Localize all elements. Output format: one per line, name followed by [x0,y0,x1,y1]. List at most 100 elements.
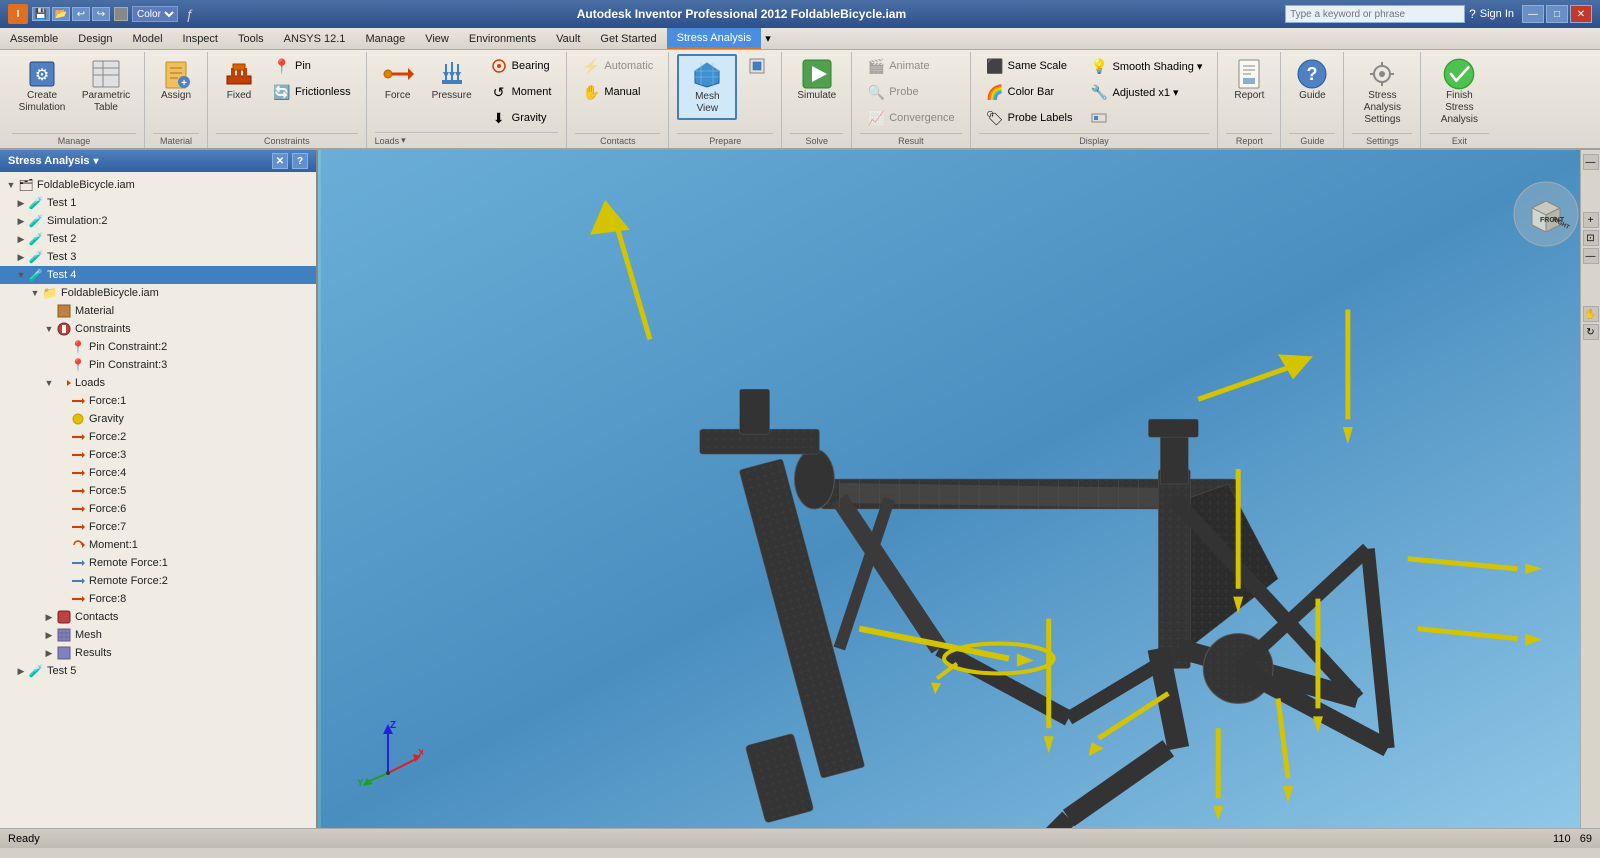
adjusted-x1-btn[interactable]: 🔧 Adjusted x1 ▾ [1083,80,1209,104]
tree-remote-force2[interactable]: Remote Force:2 [0,572,316,590]
smooth-shading-btn[interactable]: 💡 Smooth Shading ▾ [1083,54,1209,78]
pan-btn[interactable]: ✋ [1583,306,1599,322]
moment-btn[interactable]: ↺ Moment [483,80,559,104]
gravity-btn[interactable]: ⬇ Gravity [483,106,559,130]
display-extra-btn[interactable] [1083,106,1209,130]
menu-model[interactable]: Model [123,28,173,49]
tree-simulation2[interactable]: ▶ 🧪 Simulation:2 [0,212,316,230]
tree-force5[interactable]: Force:5 [0,482,316,500]
convergence-btn[interactable]: 📈 Convergence [860,106,961,130]
tree-root[interactable]: ▼ 🗂 FoldableBicycle.iam [0,176,316,194]
tree-test5[interactable]: ▶ 🧪 Test 5 [0,662,316,680]
tree-moment1[interactable]: Moment:1 [0,536,316,554]
manual-btn[interactable]: ✋ Manual [575,80,660,104]
sign-in[interactable]: Sign In [1480,8,1514,20]
menu-environments[interactable]: Environments [459,28,546,49]
tree-force8[interactable]: Force:8 [0,590,316,608]
zoom-out-btn[interactable]: — [1583,248,1599,264]
tree-mesh[interactable]: ▶ Mesh [0,626,316,644]
tree-force7[interactable]: Force:7 [0,518,316,536]
redo-btn[interactable]: ↪ [92,7,110,21]
tree-foldable-bicycle[interactable]: ▼ 📁 FoldableBicycle.iam [0,284,316,302]
maximize-btn[interactable]: □ [1546,5,1568,23]
stress-analysis-settings-btn[interactable]: Stress AnalysisSettings [1352,54,1412,130]
tree-gravity[interactable]: Gravity [0,410,316,428]
tree-material[interactable]: Material [0,302,316,320]
tree-pin-constraint2[interactable]: 📍 Pin Constraint:2 [0,338,316,356]
same-scale-btn[interactable]: ⬛ Same Scale [979,54,1080,78]
menu-view[interactable]: View [415,28,459,49]
close-btn[interactable]: ✕ [1570,5,1592,23]
menu-design[interactable]: Design [68,28,122,49]
search-input[interactable] [1285,5,1465,23]
window-title: Autodesk Inventor Professional 2012 Fold… [198,7,1285,21]
menu-vault[interactable]: Vault [546,28,590,49]
tree-results[interactable]: ▶ Results [0,644,316,662]
probe-btn[interactable]: 🔍 Probe [860,80,961,104]
panel-close-btn[interactable]: ✕ [272,153,288,169]
tree-force6[interactable]: Force:6 [0,500,316,518]
finish-stress-analysis-btn[interactable]: FinishStress Analysis [1429,54,1489,130]
menu-stress-analysis[interactable]: Stress Analysis [667,28,762,49]
probe-labels-btn[interactable]: 🏷 Probe Labels [979,106,1080,130]
tree-test2[interactable]: ▶ 🧪 Test 2 [0,230,316,248]
fixed-btn[interactable]: Fixed [216,54,262,106]
loads-dropdown-icon[interactable]: ▾ [401,135,406,146]
minimize-btn[interactable]: — [1522,5,1544,23]
viewport[interactable]: Nodes:339040 Elements:182417 [318,150,1600,828]
animate-btn[interactable]: 🎬 Animate [860,54,961,78]
mesh-view-btn[interactable]: Mesh View [677,54,737,120]
tree-force4[interactable]: Force:4 [0,464,316,482]
tree-loads[interactable]: ▼ Loads [0,374,316,392]
ribbon-group-report: Report Report [1218,52,1281,148]
pin-btn[interactable]: 📍 Pin [266,54,358,78]
panel-help-btn[interactable]: ? [292,153,308,169]
menu-manage[interactable]: Manage [355,28,415,49]
quick-open-btn[interactable]: 📂 [52,7,70,21]
report-btn[interactable]: Report [1226,54,1272,106]
bearing-btn[interactable]: Bearing [483,54,559,78]
guide-btn[interactable]: ? Guide [1289,54,1335,106]
color-select[interactable]: Color [132,6,178,22]
automatic-btn[interactable]: ⚡ Automatic [575,54,660,78]
tree-force2[interactable]: Force:2 [0,428,316,446]
tree-remote-force1[interactable]: Remote Force:1 [0,554,316,572]
create-simulation-btn[interactable]: ⚙ CreateSimulation [12,54,72,118]
prepare-btn1[interactable] [741,54,773,78]
tree-test3[interactable]: ▶ 🧪 Test 3 [0,248,316,266]
tree-force1[interactable]: Force:1 [0,392,316,410]
adjusted-x1-label: Adjusted x1 ▾ [1112,86,1178,99]
menu-inspect[interactable]: Inspect [173,28,228,49]
force-btn[interactable]: Force [375,54,421,106]
tree-test4[interactable]: ▼ 🧪 Test 4 [0,266,316,284]
force8-expander [56,592,70,606]
view-cube[interactable]: FRONT RIGHT [1512,180,1580,248]
menu-assemble[interactable]: Assemble [0,28,68,49]
tree-constraints[interactable]: ▼ Constraints [0,320,316,338]
pressure-btn[interactable]: Pressure [425,54,479,106]
parametric-table-btn[interactable]: ParametricTable [76,54,136,118]
menu-tools[interactable]: Tools [228,28,274,49]
zoom-fit-btn[interactable]: ⊡ [1583,230,1599,246]
color-bar-btn[interactable]: 🌈 Color Bar [979,80,1080,104]
menu-expand[interactable]: ▾ [765,32,771,45]
tree-pin-constraint3[interactable]: 📍 Pin Constraint:3 [0,356,316,374]
tree-test1[interactable]: ▶ 🧪 Test 1 [0,194,316,212]
ribbon-content: ⚙ CreateSimulation ParametricTable Manag… [0,50,1600,148]
tree-force3[interactable]: Force:3 [0,446,316,464]
menu-ansys[interactable]: ANSYS 12.1 [274,28,356,49]
help-icon[interactable]: ? [1469,7,1476,21]
ribbon-group-solve: Simulate Solve [782,52,852,148]
simulate-btn[interactable]: Simulate [790,54,843,106]
quick-save-btn[interactable]: 💾 [32,7,50,21]
frictionless-btn[interactable]: 🔄 Frictionless [266,80,358,104]
tree-contacts[interactable]: ▶ Contacts [0,608,316,626]
zoom-in-btn[interactable]: + [1583,212,1599,228]
panel-dropdown-icon[interactable]: ▾ [94,156,99,167]
root-icon: 🗂 [18,177,34,193]
rotate-btn[interactable]: ↻ [1583,324,1599,340]
undo-btn[interactable]: ↩ [72,7,90,21]
assign-btn[interactable]: + Assign [153,54,199,106]
viewport-min-btn[interactable]: — [1583,154,1599,170]
menu-get-started[interactable]: Get Started [590,28,666,49]
